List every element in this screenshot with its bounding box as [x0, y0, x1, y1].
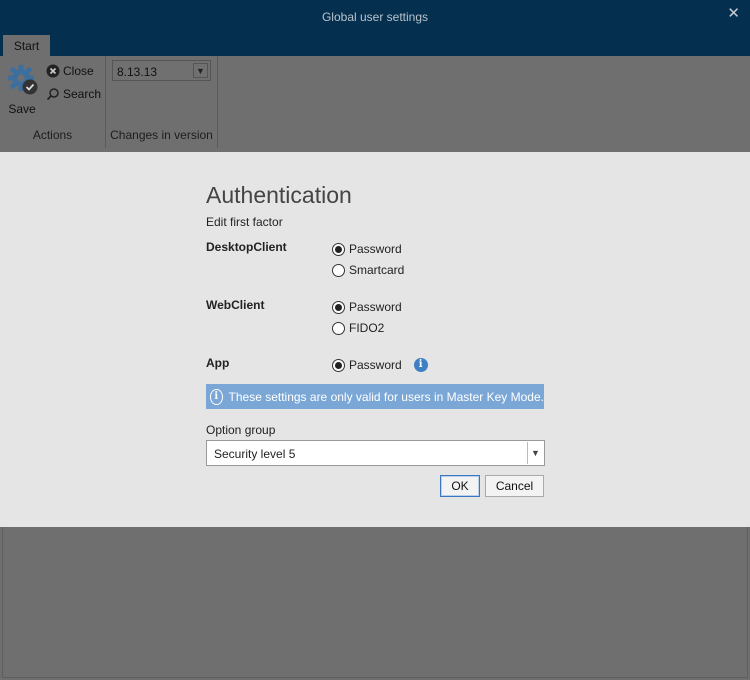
- dialog-heading: Authentication: [206, 182, 352, 208]
- info-circle-icon: i: [210, 388, 223, 405]
- app-password-radio[interactable]: Password i: [332, 358, 428, 372]
- cancel-button[interactable]: Cancel: [485, 475, 544, 497]
- radio-label: Password: [349, 300, 402, 314]
- ribbon-tab-strip: Start: [0, 34, 750, 56]
- tab-start[interactable]: Start: [3, 35, 50, 56]
- option-group-select[interactable]: Security level 5 ▼: [206, 440, 545, 466]
- desktop-client-label: DesktopClient: [206, 240, 287, 254]
- info-icon[interactable]: i: [413, 358, 428, 372]
- search-icon: [46, 88, 59, 101]
- version-value: 8.13.13: [117, 65, 158, 79]
- authentication-dialog: Authentication Edit first factor Desktop…: [0, 152, 750, 527]
- ribbon: Save Close Search Actions Changes in ver…: [0, 56, 750, 152]
- info-banner: i These settings are only valid for user…: [206, 384, 544, 409]
- banner-text: These settings are only valid for users …: [228, 389, 544, 404]
- desktop-password-radio[interactable]: Password: [332, 242, 402, 256]
- app-label: App: [206, 356, 230, 370]
- dialog-subheading: Edit first factor: [206, 215, 283, 229]
- window-title: Global user settings: [321, 10, 429, 24]
- radio-checked-icon: [332, 300, 345, 314]
- radio-checked-icon: [332, 242, 345, 256]
- chevron-down-icon[interactable]: ▼: [527, 442, 543, 464]
- radio-label: FIDO2: [349, 321, 385, 335]
- option-group-label: Option group: [206, 423, 276, 437]
- close-label: Close: [63, 64, 94, 78]
- radio-label: Smartcard: [349, 263, 405, 277]
- radio-label: Password: [349, 242, 402, 256]
- desktop-smartcard-radio[interactable]: Smartcard: [332, 263, 404, 277]
- web-client-label: WebClient: [206, 298, 265, 312]
- radio-label: Password: [349, 358, 402, 372]
- close-button[interactable]: Close: [46, 62, 94, 80]
- save-button[interactable]: Save: [5, 62, 39, 116]
- search-button[interactable]: Search: [46, 85, 101, 103]
- radio-checked-icon: [332, 358, 345, 372]
- gear-check-icon: [8, 65, 38, 95]
- chevron-down-icon[interactable]: ▼: [193, 63, 208, 78]
- close-window-icon[interactable]: ✕: [727, 4, 740, 22]
- ok-button[interactable]: OK: [440, 475, 480, 497]
- web-password-radio[interactable]: Password: [332, 300, 402, 314]
- option-group-value: Security level 5: [214, 447, 296, 461]
- radio-unchecked-icon: [332, 263, 345, 277]
- search-label: Search: [63, 87, 102, 101]
- version-select[interactable]: 8.13.13 ▼: [112, 60, 211, 81]
- background-panel: [2, 527, 748, 678]
- close-circle-icon: [46, 64, 60, 78]
- actions-group: Save Close Search Actions: [0, 56, 106, 148]
- title-bar: Global user settings ✕: [0, 0, 750, 34]
- web-fido2-radio[interactable]: FIDO2: [332, 321, 384, 335]
- save-label: Save: [8, 102, 36, 116]
- version-group-label: Changes in version: [110, 128, 213, 142]
- background-content: [0, 527, 750, 680]
- radio-unchecked-icon: [332, 321, 345, 335]
- actions-group-label: Actions: [32, 128, 73, 142]
